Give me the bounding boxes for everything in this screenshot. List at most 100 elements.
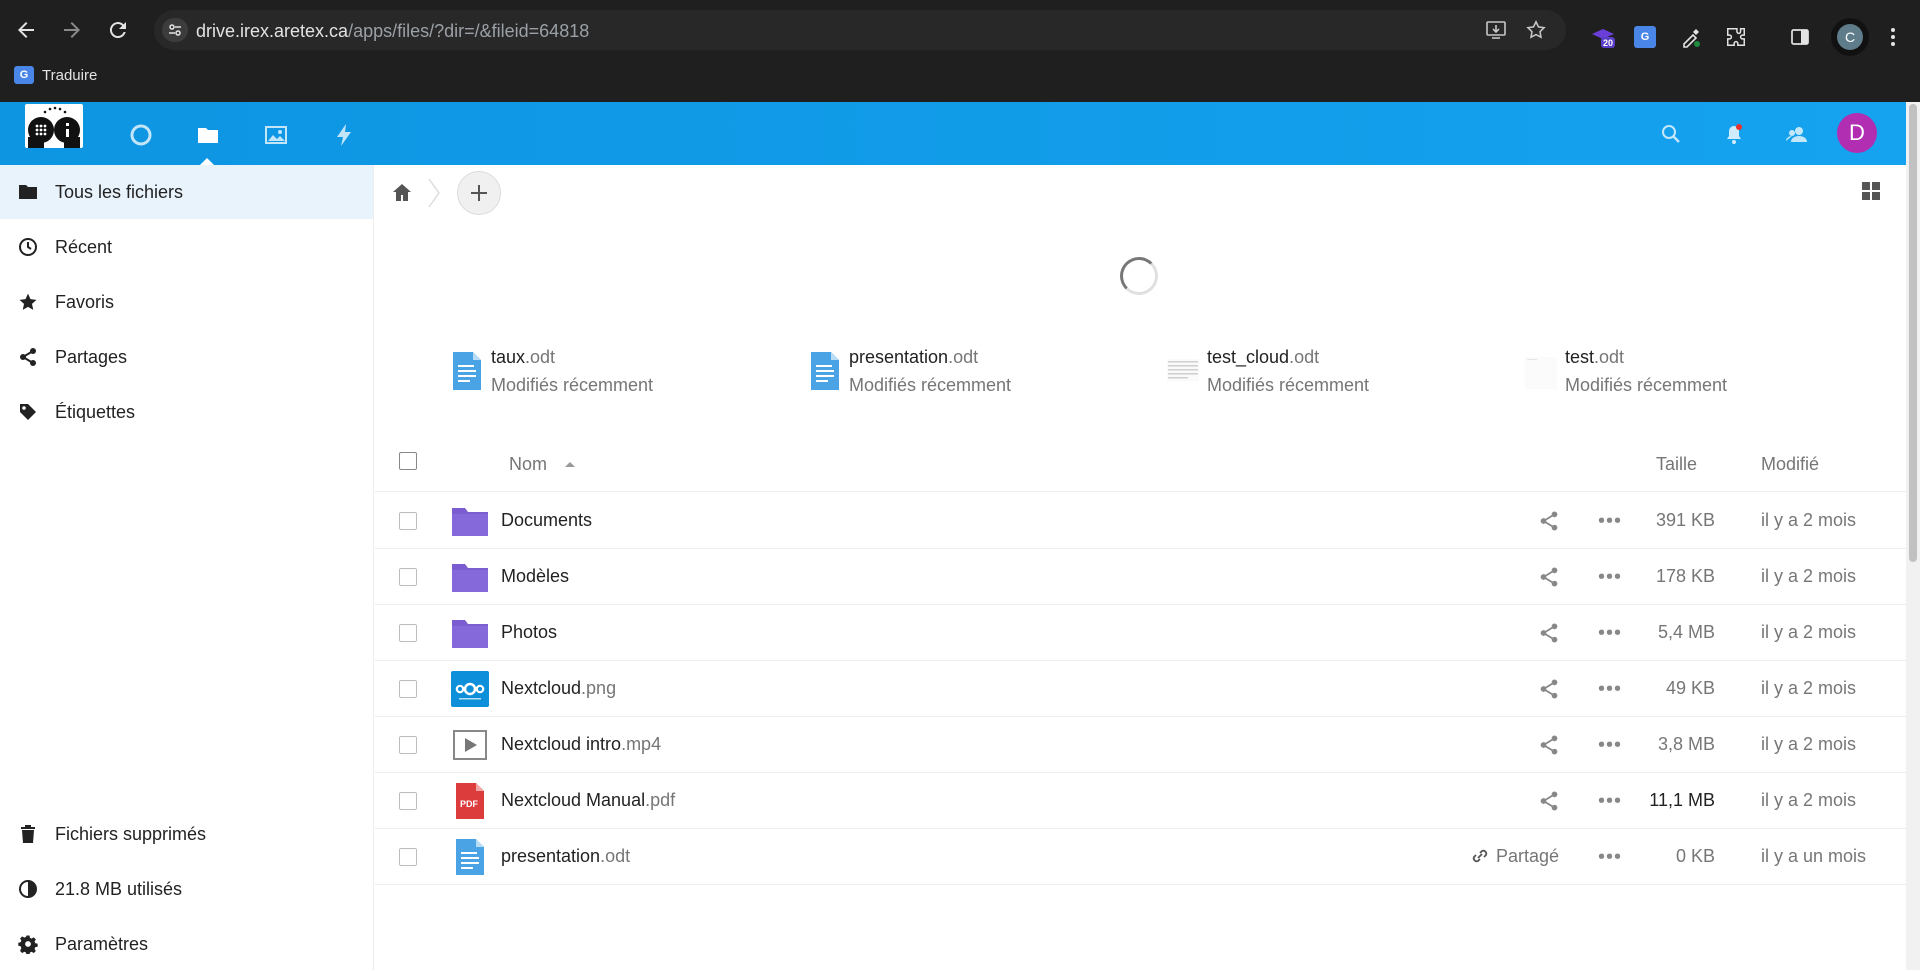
- bookmark-star-icon[interactable]: [1524, 19, 1548, 43]
- sidebar-item-recent[interactable]: Récent: [0, 220, 373, 274]
- more-actions-icon[interactable]: •••: [1597, 844, 1623, 870]
- grid-view-toggle[interactable]: [1861, 181, 1883, 203]
- sidebar-item-label: Fichiers supprimés: [55, 823, 207, 844]
- table-row[interactable]: Nextcloud intro.mp4 ••• 3,8 MB il y a 2 …: [375, 717, 1906, 773]
- file-name[interactable]: Modèles: [501, 566, 569, 587]
- share-icon[interactable]: [1538, 566, 1560, 588]
- contacts-icon[interactable]: [1783, 120, 1811, 148]
- files-icon[interactable]: [193, 120, 223, 150]
- recent-file[interactable]: test_cloud.odt Modifiés récemment: [1167, 345, 1507, 405]
- address-bar[interactable]: drive.irex.aretex.ca/apps/files/?dir=/&f…: [154, 10, 1566, 50]
- more-actions-icon[interactable]: •••: [1597, 732, 1623, 758]
- more-actions-icon[interactable]: •••: [1597, 788, 1623, 814]
- file-name[interactable]: presentation.odt: [501, 846, 630, 867]
- column-size[interactable]: Taille: [1656, 454, 1697, 475]
- dashboard-icon[interactable]: [126, 120, 156, 150]
- recent-file-subtitle: Modifiés récemment: [1207, 375, 1370, 395]
- notifications-icon[interactable]: [1720, 120, 1748, 148]
- row-checkbox[interactable]: [399, 680, 417, 698]
- recent-file[interactable]: test.odt Modifiés récemment: [1525, 345, 1865, 405]
- extension-graduation-icon[interactable]: 20: [1590, 24, 1616, 50]
- column-name[interactable]: Nom: [509, 454, 547, 475]
- table-row[interactable]: presentation.odt Partagé ••• 0 KB il y a…: [375, 829, 1906, 885]
- app-header: D: [0, 102, 1906, 165]
- install-app-icon[interactable]: [1484, 19, 1508, 43]
- share-icon[interactable]: [1538, 622, 1560, 644]
- activity-icon[interactable]: [329, 120, 359, 150]
- recent-file-name: taux.odt: [491, 347, 556, 367]
- more-actions-icon[interactable]: •••: [1597, 564, 1623, 590]
- recent-file-subtitle: Modifiés récemment: [491, 375, 654, 395]
- table-row[interactable]: Modèles ••• 178 KB il y a 2 mois: [375, 549, 1906, 605]
- row-checkbox[interactable]: [399, 624, 417, 642]
- back-icon[interactable]: [14, 18, 38, 42]
- site-info-icon[interactable]: [162, 18, 188, 42]
- side-panel-icon[interactable]: [1787, 24, 1813, 50]
- share-icon[interactable]: [1538, 678, 1560, 700]
- file-name[interactable]: Documents: [501, 510, 592, 531]
- share-icon[interactable]: [1538, 790, 1560, 812]
- table-row[interactable]: Documents ••• 391 KB il y a 2 mois: [375, 493, 1906, 549]
- more-actions-icon[interactable]: •••: [1597, 620, 1623, 646]
- file-name[interactable]: Nextcloud Manual.pdf: [501, 790, 675, 811]
- sidebar-item-deleted-files[interactable]: Fichiers supprimés: [0, 807, 373, 861]
- row-checkbox[interactable]: [399, 848, 417, 866]
- bookmark-label: Traduire: [42, 66, 98, 84]
- sort-ascending-icon: [565, 462, 575, 467]
- column-modified[interactable]: Modifié: [1761, 454, 1819, 475]
- blank-document-thumbnail: [1525, 351, 1557, 391]
- sidebar-item-label: Paramètres: [55, 933, 149, 954]
- sidebar-item-settings[interactable]: Paramètres: [0, 917, 373, 971]
- google-translate-icon[interactable]: G: [1632, 24, 1658, 50]
- table-row[interactable]: Nextcloud.png ••• 49 KB il y a 2 mois: [375, 661, 1906, 717]
- page-scrollbar-thumb[interactable]: [1909, 104, 1917, 562]
- row-checkbox[interactable]: [399, 736, 417, 754]
- sidebar-item-label: Récent: [55, 236, 113, 257]
- document-icon: [450, 839, 490, 875]
- select-all-checkbox[interactable]: [399, 452, 417, 470]
- more-actions-icon[interactable]: •••: [1597, 508, 1623, 534]
- file-size: 178 KB: [1655, 566, 1715, 586]
- share-icon[interactable]: [1538, 734, 1560, 756]
- reload-icon[interactable]: [106, 18, 130, 42]
- folder-icon: [450, 559, 490, 595]
- recent-file[interactable]: taux.odt Modifiés récemment: [451, 345, 791, 405]
- recent-file-subtitle: Modifiés récemment: [849, 375, 1012, 395]
- svg-text:20: 20: [1603, 38, 1613, 48]
- row-checkbox[interactable]: [399, 568, 417, 586]
- browser-toolbar: drive.irex.aretex.ca/apps/files/?dir=/&f…: [0, 8, 1920, 56]
- file-list-header: Nom Taille Modifié: [375, 435, 1906, 492]
- home-icon[interactable]: [391, 182, 413, 204]
- extensions-puzzle-icon[interactable]: [1723, 24, 1749, 50]
- file-name[interactable]: Nextcloud intro.mp4: [501, 734, 661, 755]
- row-checkbox[interactable]: [399, 792, 417, 810]
- shared-link-button[interactable]: Partagé: [1470, 844, 1559, 868]
- new-file-button[interactable]: [457, 171, 501, 215]
- forward-icon[interactable]: [60, 18, 84, 42]
- quota-pie-icon: [18, 879, 38, 899]
- sidebar-item-label: Étiquettes: [55, 401, 136, 422]
- photos-icon[interactable]: [261, 120, 291, 150]
- more-actions-icon[interactable]: •••: [1597, 676, 1623, 702]
- bookmark-translate[interactable]: G Traduire: [14, 66, 97, 84]
- search-icon[interactable]: [1657, 120, 1685, 148]
- sidebar-item-favorites[interactable]: Favoris: [0, 275, 373, 329]
- browser-menu-icon[interactable]: [1880, 24, 1906, 50]
- logo[interactable]: [25, 104, 83, 148]
- row-checkbox[interactable]: [399, 512, 417, 530]
- sidebar-item-all-files[interactable]: Tous les fichiers: [0, 165, 373, 219]
- user-avatar[interactable]: D: [1837, 113, 1877, 153]
- eyedropper-extension-icon[interactable]: [1678, 24, 1704, 50]
- table-row[interactable]: Photos ••• 5,4 MB il y a 2 mois: [375, 605, 1906, 661]
- file-name[interactable]: Nextcloud.png: [501, 678, 616, 699]
- url-text[interactable]: drive.irex.aretex.ca/apps/files/?dir=/&f…: [196, 21, 589, 42]
- table-row[interactable]: PDF Nextcloud Manual.pdf ••• 11,1 MB il …: [375, 773, 1906, 829]
- video-icon: [450, 727, 490, 763]
- sidebar-item-tags[interactable]: Étiquettes: [0, 385, 373, 439]
- file-name[interactable]: Photos: [501, 622, 557, 643]
- page-scrollbar[interactable]: [1906, 102, 1920, 970]
- recent-file[interactable]: presentation.odt Modifiés récemment: [809, 345, 1149, 405]
- profile-avatar[interactable]: C: [1831, 18, 1869, 56]
- sidebar-item-shares[interactable]: Partages: [0, 330, 373, 384]
- share-icon[interactable]: [1538, 510, 1560, 532]
